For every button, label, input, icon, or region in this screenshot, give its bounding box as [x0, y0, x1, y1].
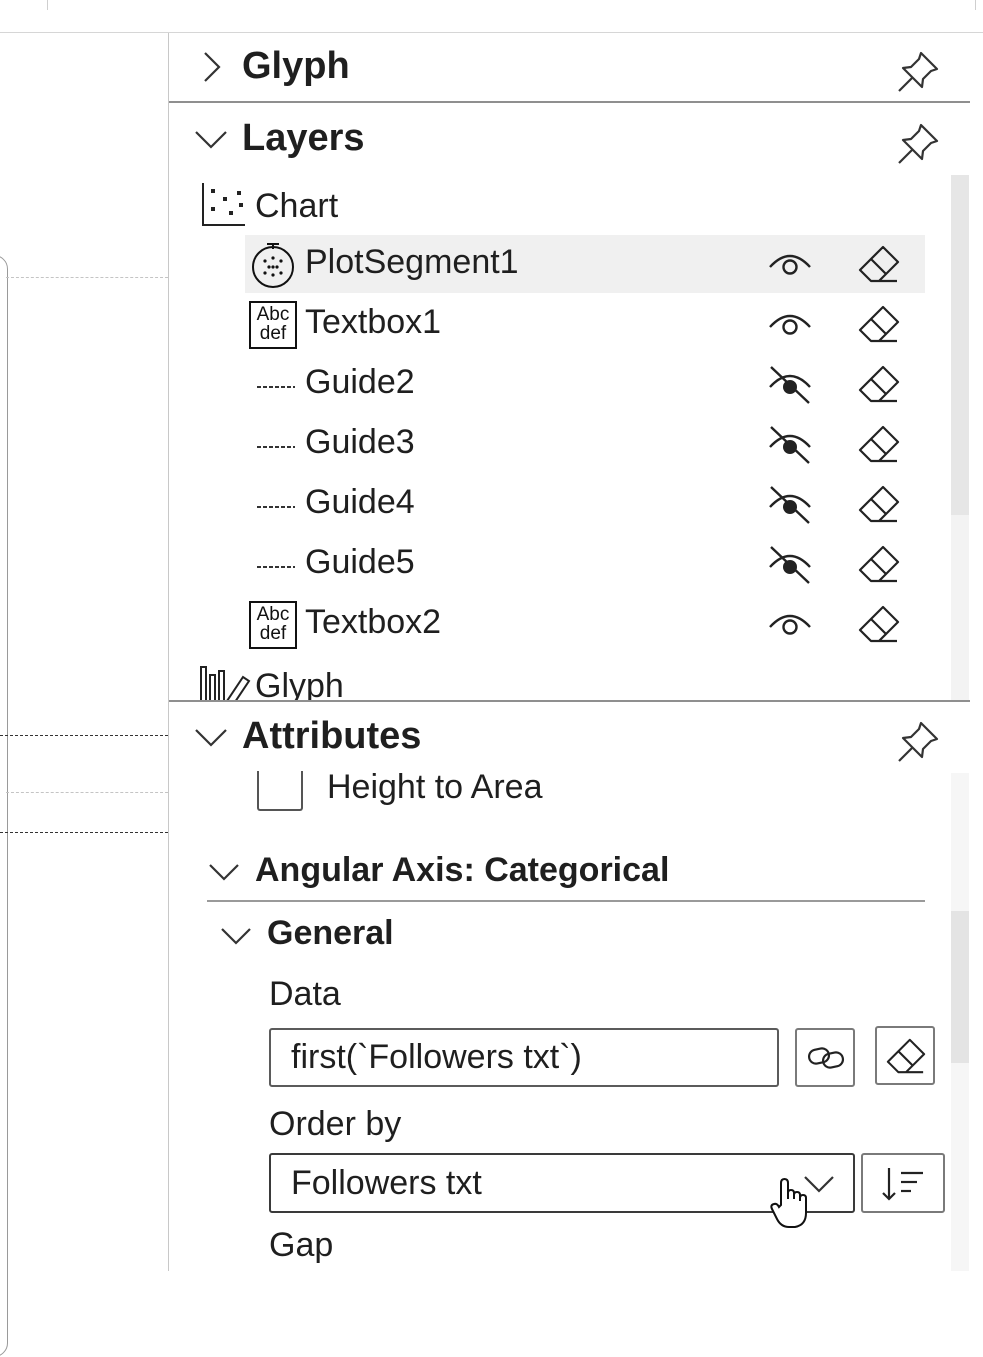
glyph-icon: [200, 666, 251, 700]
order-by-value: Followers txt: [291, 1164, 482, 1202]
layer-label: Guide2: [305, 363, 415, 401]
textbox-icon: Abc def: [249, 301, 297, 349]
layer-label: Textbox2: [305, 603, 442, 641]
layer-label: Guide4: [305, 483, 415, 521]
eraser-icon[interactable]: [857, 603, 901, 645]
eye-hidden-icon[interactable]: [767, 423, 813, 465]
chevron-right-icon[interactable]: [193, 49, 229, 85]
chevron-down-icon[interactable]: [193, 121, 229, 157]
hand-cursor-icon: [770, 1177, 807, 1228]
eye-hidden-icon[interactable]: [767, 363, 813, 405]
pin-icon[interactable]: [895, 49, 941, 95]
eraser-icon[interactable]: [857, 303, 901, 345]
canvas-guide-line: [6, 277, 168, 278]
chevron-down-icon[interactable]: [193, 719, 229, 755]
order-by-label: Order by: [269, 1105, 402, 1143]
data-label: Data: [269, 975, 341, 1013]
general-heading[interactable]: General: [267, 914, 394, 953]
layer-guide2[interactable]: Guide2: [245, 355, 925, 413]
eraser-icon[interactable]: [857, 423, 901, 465]
eye-icon[interactable]: [767, 603, 813, 645]
top-toolbar: [0, 0, 983, 33]
eye-hidden-icon[interactable]: [767, 543, 813, 585]
group-divider: [207, 900, 925, 902]
layer-label: Guide5: [305, 543, 415, 581]
bind-data-button[interactable]: [795, 1028, 855, 1087]
layer-label: PlotSegment1: [305, 243, 519, 281]
layer-guide4[interactable]: Guide4: [245, 475, 925, 533]
layer-chart[interactable]: Chart: [199, 179, 499, 235]
scatter-chart-icon: [202, 183, 245, 226]
link-icon: [807, 1047, 845, 1069]
textbox-icon: Abc def: [249, 601, 297, 649]
guide-icon: [257, 566, 295, 568]
polar-plot-icon: [252, 243, 294, 288]
layers-scrollbar-thumb[interactable]: [951, 175, 969, 515]
layer-label: Textbox1: [305, 303, 442, 341]
guide-icon: [257, 446, 295, 448]
pin-icon[interactable]: [895, 121, 941, 167]
toolbar-divider: [47, 0, 48, 10]
height-to-area-checkbox[interactable]: [257, 771, 303, 811]
chart-canvas[interactable]: [0, 33, 169, 1357]
pin-icon[interactable]: [895, 719, 941, 765]
chevron-down-icon[interactable]: [219, 919, 253, 953]
layer-label: Chart: [255, 187, 339, 225]
sort-descending-icon: [882, 1168, 923, 1201]
eye-hidden-icon[interactable]: [767, 483, 813, 525]
attributes-panel-header[interactable]: Attributes: [169, 703, 970, 773]
chevron-down-icon[interactable]: [207, 855, 241, 889]
sort-order-button[interactable]: [861, 1153, 945, 1213]
angular-axis-heading[interactable]: Angular Axis: Categorical: [255, 851, 669, 890]
layer-guide5[interactable]: Guide5: [245, 535, 925, 593]
canvas-guide-line: [6, 792, 168, 793]
attributes-scrollbar-thumb[interactable]: [951, 911, 969, 1063]
glyph-panel-title: Glyph: [242, 45, 350, 87]
canvas-guide-line: [0, 832, 168, 833]
layer-guide3[interactable]: Guide3: [245, 415, 925, 473]
layer-plotsegment1[interactable]: PlotSegment1: [245, 235, 925, 293]
layer-textbox1[interactable]: Abc def Textbox1: [245, 295, 925, 353]
eraser-icon[interactable]: [857, 483, 901, 525]
guide-icon: [257, 386, 295, 388]
eye-icon[interactable]: [767, 243, 813, 285]
section-divider: [169, 700, 970, 702]
clear-data-button[interactable]: [875, 1026, 935, 1085]
side-panel: Glyph Layers Chart PlotSegment1 Abc def …: [169, 33, 983, 1271]
section-divider: [169, 101, 970, 103]
layers-panel-title: Layers: [242, 117, 365, 159]
eraser-icon[interactable]: [857, 543, 901, 585]
layer-label: Guide3: [305, 423, 415, 461]
eraser-icon[interactable]: [857, 243, 901, 285]
layers-panel-header[interactable]: Layers: [169, 105, 970, 175]
order-by-dropdown[interactable]: Followers txt: [269, 1153, 855, 1213]
attributes-panel-title: Attributes: [242, 715, 422, 757]
layer-glyph-group[interactable]: Glyph: [199, 661, 499, 700]
gap-label: Gap: [269, 1226, 334, 1264]
eye-icon[interactable]: [767, 303, 813, 345]
data-expression-field[interactable]: first(`Followers txt`): [269, 1028, 779, 1087]
layer-textbox2[interactable]: Abc def Textbox2: [245, 595, 925, 653]
toolbar-divider: [975, 0, 976, 10]
glyph-panel-header[interactable]: Glyph: [169, 33, 970, 103]
height-to-area-label: Height to Area: [327, 768, 543, 806]
guide-icon: [257, 506, 295, 508]
canvas-plot-frame: [0, 255, 8, 1357]
layer-label: Glyph: [255, 667, 344, 700]
eraser-icon: [886, 1038, 926, 1074]
canvas-guide-line: [0, 735, 168, 736]
eraser-icon[interactable]: [857, 363, 901, 405]
